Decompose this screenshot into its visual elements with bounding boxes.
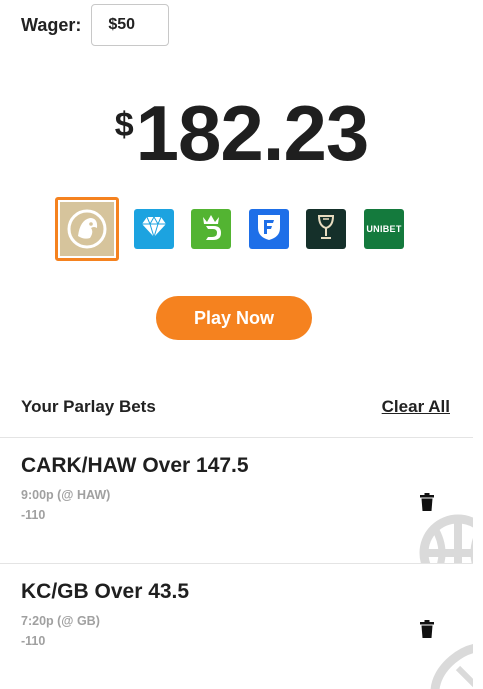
bet-time: 7:20p (@ GB) [21,614,100,628]
sportsbook-goblet[interactable] [306,209,346,249]
trash-icon[interactable] [419,493,435,511]
goblet-logo-icon [314,212,338,247]
clear-all-link[interactable]: Clear All [382,397,450,417]
bet-title: CARK/HAW Over 147.5 [21,454,249,477]
play-now-button[interactable]: Play Now [156,296,312,340]
bet-time: 9:00p (@ HAW) [21,488,111,502]
sportsbook-fanduel[interactable] [249,209,289,249]
sportsbook-diamond[interactable] [134,209,174,249]
diamond-logo-icon [140,215,168,244]
wager-row: Wager: [21,4,170,46]
payout-amount: 182.23 [135,89,370,177]
unibet-logo-icon: UNIBET [366,224,402,234]
payout-display: $182.23 [0,88,483,179]
payout-currency: $ [114,106,134,144]
parlay-bet-item: CARK/HAW Over 147.5 9:00p (@ HAW) -110 [0,438,473,563]
wager-input[interactable] [91,4,170,46]
basketball-icon [418,513,473,563]
draftkings-crown-icon [196,212,226,247]
bet-odds: -110 [21,508,46,522]
bet-odds: -110 [21,634,46,648]
football-icon [420,630,473,689]
sportsbook-draftkings[interactable] [191,209,231,249]
lion-logo-icon [60,202,114,256]
wager-label: Wager: [21,14,82,35]
parlay-title: Your Parlay Bets [21,397,156,416]
fanduel-shield-icon [255,212,283,247]
parlay-bet-item: KC/GB Over 43.5 7:20p (@ GB) -110 [0,564,473,689]
bet-title: KC/GB Over 43.5 [21,580,190,603]
parlay-header: Your Parlay Bets Clear All [21,397,450,417]
sportsbook-betmgm[interactable] [55,197,119,261]
sportsbook-unibet[interactable]: UNIBET [364,209,404,249]
